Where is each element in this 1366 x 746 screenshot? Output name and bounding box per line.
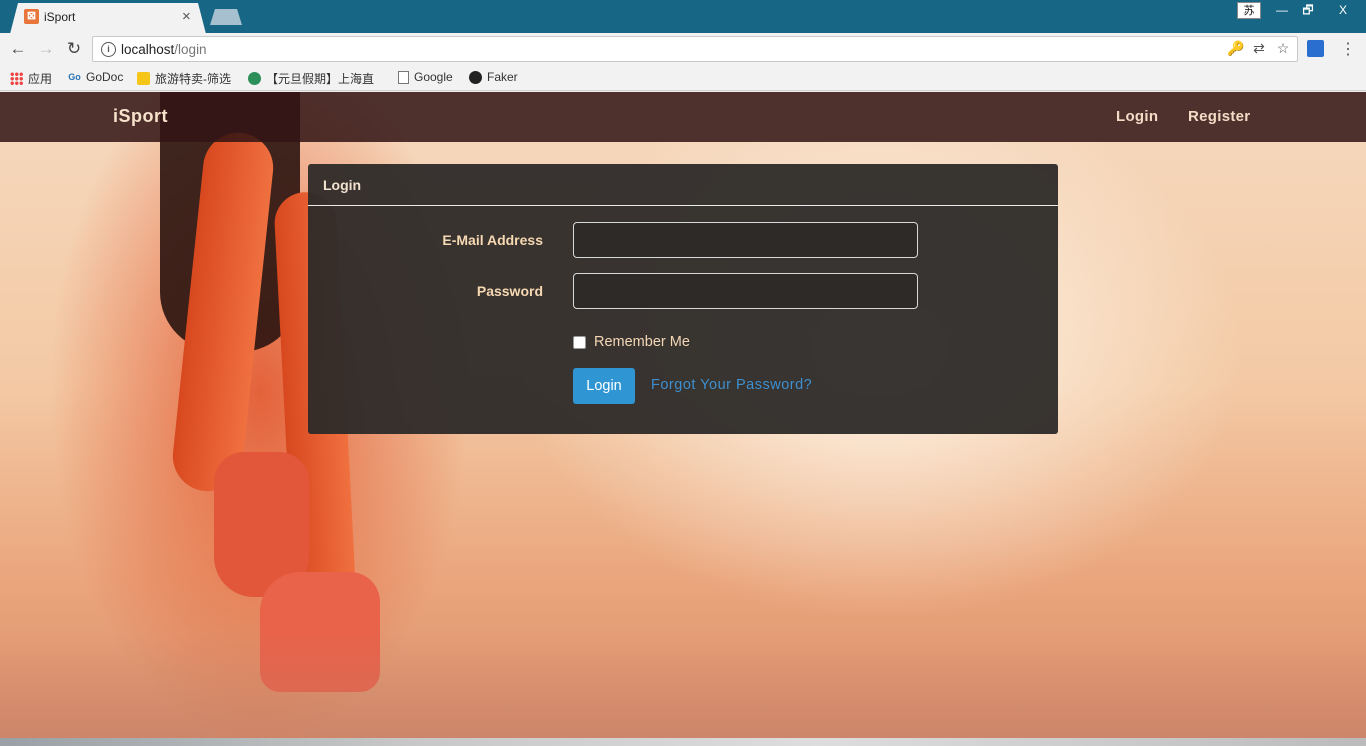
bookmark-label: Google [414,70,453,84]
forward-arrow-icon[interactable]: → [35,38,57,60]
browser-toolbar: ← → ↻ i localhost/login 🔑 ⇄ ☆ ⋮ [0,33,1366,65]
tab-title: iSport [44,10,76,24]
star-icon[interactable]: ☆ [1275,40,1291,57]
bookmark-travel[interactable]: 旅游特卖-筛选 [137,70,231,87]
ime-indicator[interactable]: 苏 [1237,2,1261,19]
panel-heading: Login [308,164,1058,206]
bookmark-label: 【元旦假期】上海直 [266,72,375,86]
omnibox-icons: 🔑 ⇄ ☆ [1227,40,1291,57]
minimize-button[interactable]: — [1269,1,1295,20]
browser-titlebar: ⊠ iSport × 苏 — 🗗 X [0,0,1366,34]
bookmark-label: 旅游特卖-筛选 [155,72,231,86]
page-icon [398,70,409,84]
travel-icon [137,72,150,85]
bookmark-faker[interactable]: Faker [469,70,518,84]
github-icon [469,70,482,84]
password-field[interactable] [573,273,918,309]
apps-icon [10,72,23,85]
nav-register-link[interactable]: Register [1188,108,1250,125]
remember-label: Remember Me [594,334,690,350]
translate-icon[interactable]: ⇄ [1251,40,1267,57]
key-icon[interactable]: 🔑 [1227,40,1244,57]
bookmark-google[interactable]: Google [398,70,453,84]
close-window-button[interactable]: X [1321,1,1365,20]
nav-login-link[interactable]: Login [1116,108,1158,125]
bookmark-apps[interactable]: 应用 [10,70,52,87]
taskbar-strip [0,738,1366,746]
bookmark-holiday[interactable]: 【元旦假期】上海直 [248,70,374,87]
godoc-icon: Go [68,71,81,82]
email-field[interactable] [573,222,918,258]
url-host: localhost [121,42,175,57]
email-label: E-Mail Address [442,232,543,248]
brand-logo[interactable]: iSport [113,106,168,127]
new-tab-button[interactable] [210,9,242,25]
page-content: iSport Login Register Login E-Mail Addre… [0,92,1366,746]
extension-icon[interactable] [1307,40,1324,57]
tab-close-icon[interactable]: × [182,8,191,25]
url-path: /login [174,42,207,57]
url-text[interactable]: localhost/login [121,42,207,57]
bookmark-label: GoDoc [86,70,124,84]
browser-tab[interactable] [10,3,206,34]
bookmark-label: Faker [487,70,518,84]
q-icon [248,72,261,85]
xampp-favicon-icon: ⊠ [24,9,39,24]
bookmark-godoc[interactable]: Go GoDoc [68,70,123,84]
reload-icon[interactable]: ↻ [63,38,85,60]
login-panel: Login E-Mail Address Password Remember M… [308,164,1058,434]
bookmark-label: 应用 [28,72,53,86]
site-navbar: iSport Login Register [0,92,1366,142]
restore-button[interactable]: 🗗 [1295,1,1321,20]
back-arrow-icon[interactable]: ← [7,38,29,60]
kebab-menu-icon[interactable]: ⋮ [1340,39,1356,59]
bookmarks-bar: 应用 Go GoDoc 旅游特卖-筛选 【元旦假期】上海直 Google Fak… [0,65,1366,91]
remember-checkbox[interactable] [573,335,586,349]
info-icon[interactable]: i [101,42,116,57]
login-button[interactable]: Login [573,368,635,404]
password-label: Password [476,283,543,299]
forgot-password-link[interactable]: Forgot Your Password? [651,377,812,393]
remember-me[interactable]: Remember Me [573,334,690,350]
address-bar[interactable]: i localhost/login 🔑 ⇄ ☆ [92,36,1298,62]
